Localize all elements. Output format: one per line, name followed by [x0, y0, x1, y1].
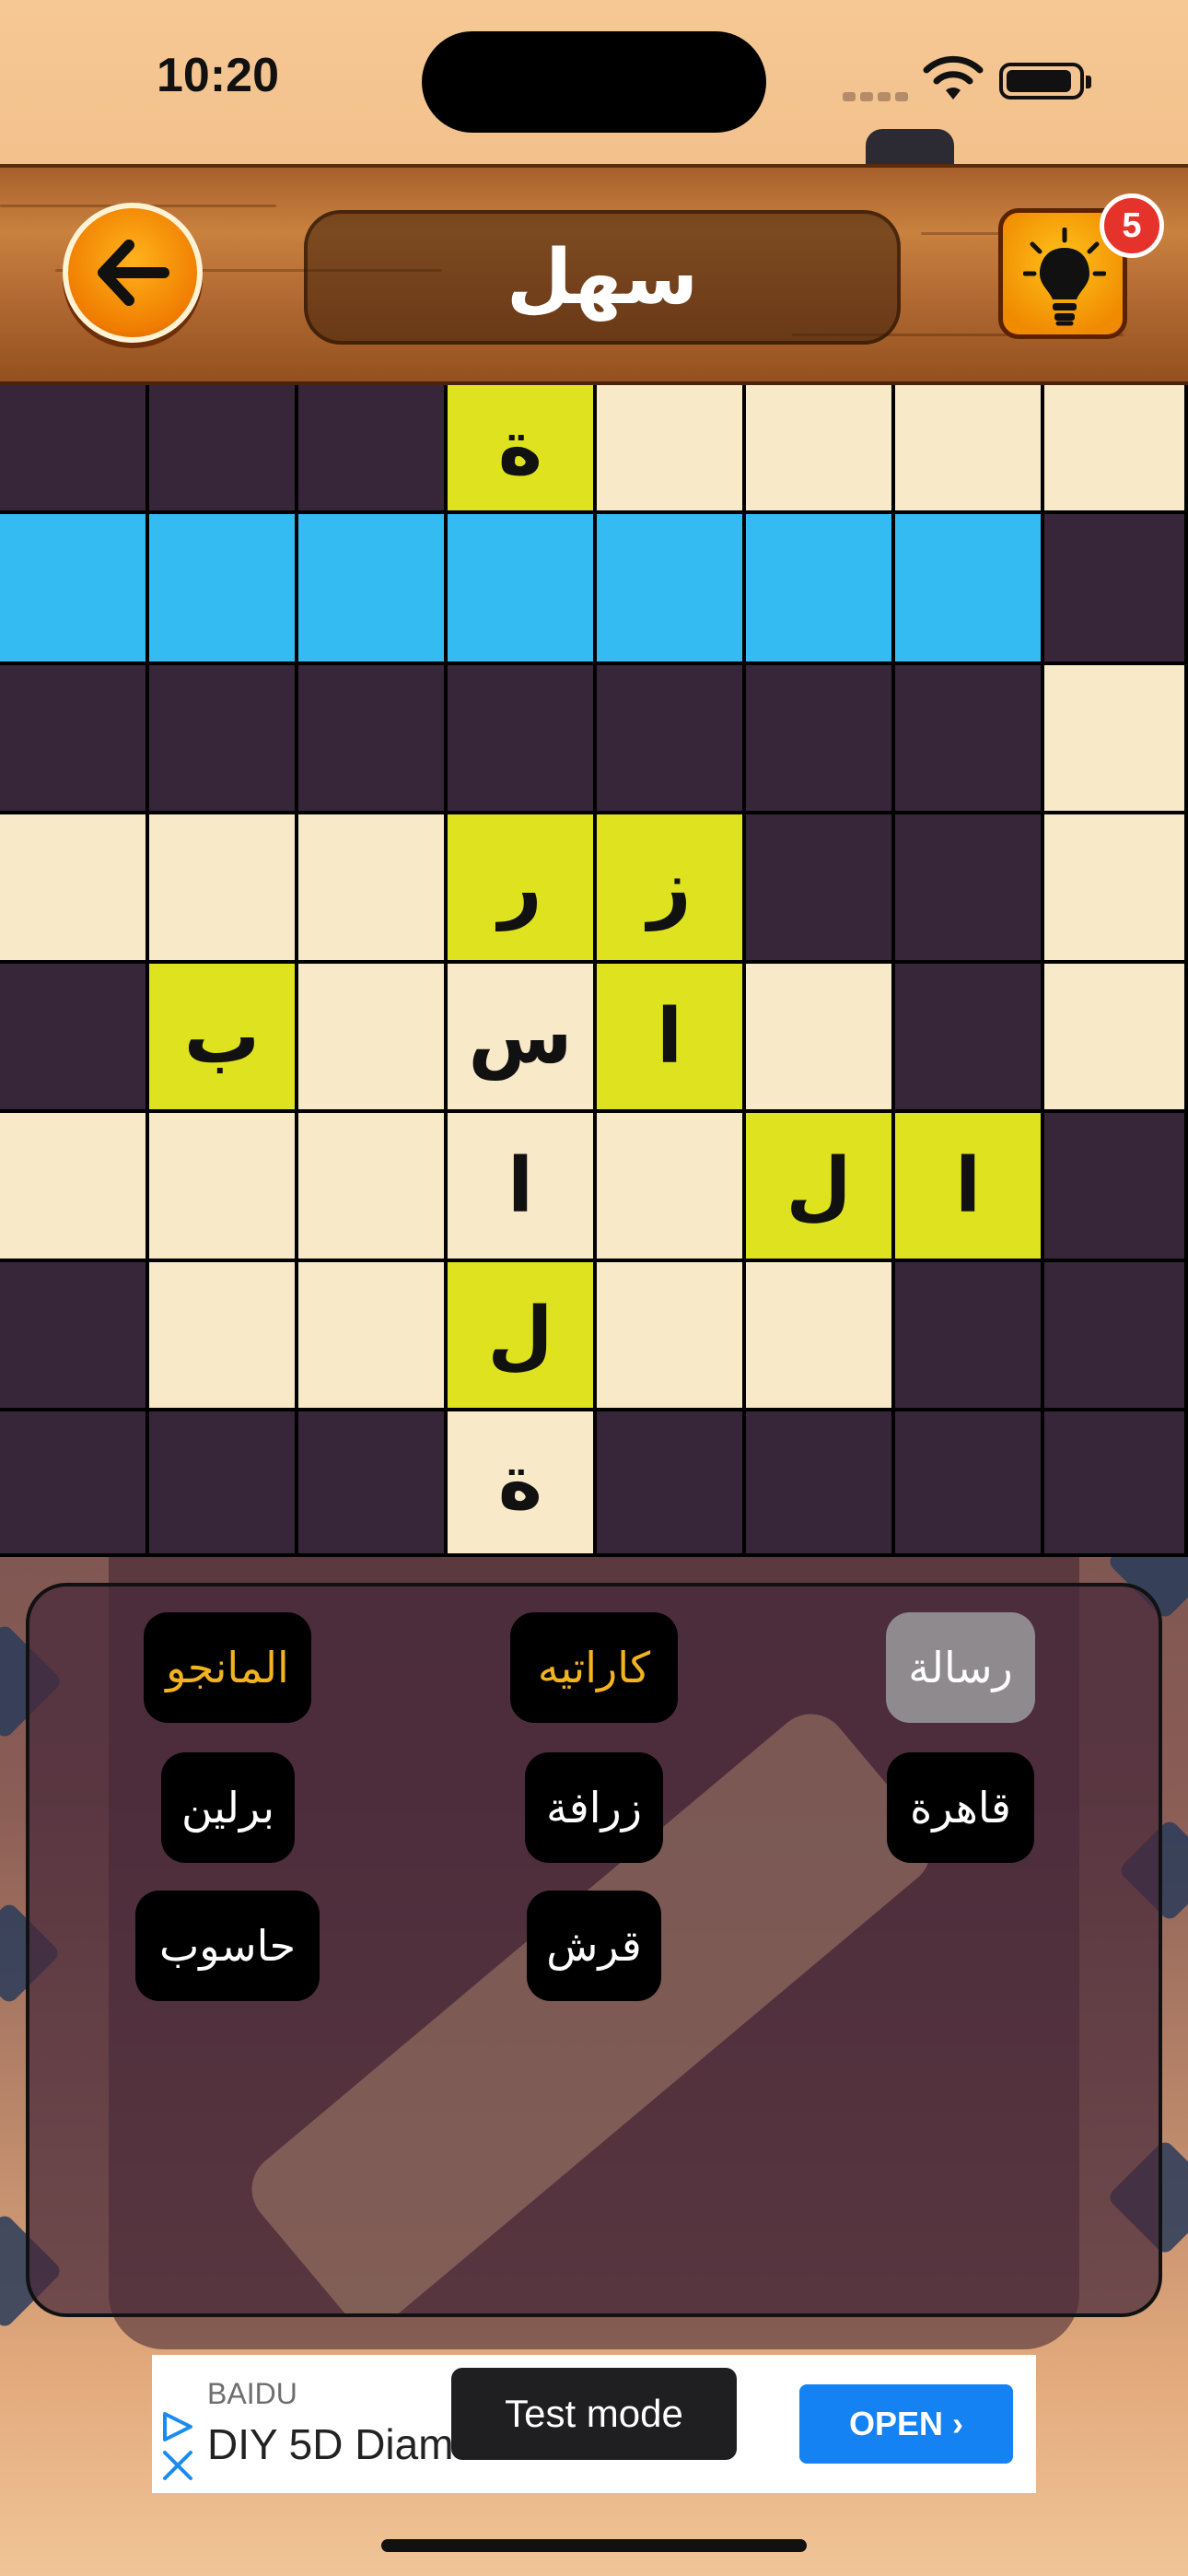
word-chip[interactable]: برلين: [161, 1752, 295, 1863]
ad-title: DIY 5D Diamond: [207, 2420, 483, 2468]
status-bar: 10:20: [0, 0, 1188, 166]
grid-cell[interactable]: [746, 1262, 891, 1408]
grid-cell[interactable]: [448, 514, 593, 662]
grid-cell: [149, 1411, 295, 1553]
grid-cell: [597, 665, 742, 811]
grid-cell: [0, 964, 146, 1109]
grid-cell[interactable]: [746, 385, 891, 510]
arrow-left-icon: [98, 240, 169, 306]
cellular-signal-icon: [843, 88, 916, 101]
ad-brand: BAIDU: [207, 2377, 297, 2410]
grid-cell[interactable]: [149, 814, 295, 960]
grid-cell: [746, 814, 891, 960]
grid-cell[interactable]: [895, 514, 1041, 662]
grid-cell[interactable]: ا: [597, 964, 742, 1109]
grid-cell: [298, 665, 444, 811]
grid-cell: [746, 1411, 891, 1553]
grid-cell[interactable]: [298, 964, 444, 1109]
grid-cell[interactable]: [597, 385, 742, 510]
game-header: سهل 5: [0, 164, 1188, 385]
grid-cell[interactable]: ا: [448, 1113, 593, 1259]
grid-cell[interactable]: [298, 1113, 444, 1259]
grid-cell: [1044, 1262, 1184, 1408]
level-title-box: سهل: [304, 210, 901, 345]
grid-cell: [298, 385, 444, 510]
word-chip[interactable]: قاهرة: [887, 1752, 1034, 1863]
battery-icon: [999, 63, 1091, 100]
word-chip[interactable]: المانجو: [144, 1612, 311, 1723]
wifi-icon: [923, 55, 984, 100]
grid-cell[interactable]: ة: [448, 1411, 593, 1553]
grid-cell: [895, 1262, 1041, 1408]
dynamic-island: [422, 31, 766, 133]
grid-cell: [448, 665, 593, 811]
grid-cell[interactable]: [149, 514, 295, 662]
grid-cell[interactable]: [1044, 964, 1184, 1109]
grid-cell: [149, 385, 295, 510]
grid-cell[interactable]: [746, 514, 891, 662]
ad-choices-icon[interactable]: [157, 2410, 198, 2484]
hint-count-badge: 5: [1100, 193, 1164, 258]
grid-cell: [597, 1411, 742, 1553]
grid-cell[interactable]: [1044, 814, 1184, 960]
grid-cell[interactable]: [1044, 665, 1184, 811]
grid-cell[interactable]: ب: [149, 964, 295, 1109]
grid-cell[interactable]: [0, 1113, 146, 1259]
word-chip[interactable]: قرش: [527, 1891, 661, 2001]
grid-cell[interactable]: [597, 514, 742, 662]
grid-cell[interactable]: [597, 1113, 742, 1259]
word-chip[interactable]: كاراتيه: [510, 1612, 678, 1723]
home-indicator[interactable]: [381, 2539, 807, 2552]
grid-cell: [895, 665, 1041, 811]
grid-cell: [1044, 1113, 1184, 1259]
grid-cell: [0, 385, 146, 510]
grid-cell: [1044, 1411, 1184, 1553]
grid-cell[interactable]: [895, 385, 1041, 510]
level-title: سهل: [507, 233, 698, 322]
hanger-decoration: [866, 129, 954, 166]
grid-cell: [746, 665, 891, 811]
grid-cell[interactable]: [149, 1262, 295, 1408]
ad-open-button[interactable]: OPEN ›: [799, 2384, 1013, 2464]
grid-cell[interactable]: ز: [597, 814, 742, 960]
back-button[interactable]: [63, 203, 203, 343]
grid-cell: [895, 964, 1041, 1109]
grid-cell: [298, 1411, 444, 1553]
grid-cell[interactable]: [149, 1113, 295, 1259]
lightbulb-icon: [1023, 228, 1106, 326]
grid-cell: [895, 814, 1041, 960]
status-time: 10:20: [157, 49, 279, 102]
test-mode-label: Test mode: [451, 2368, 737, 2460]
word-chip[interactable]: رسالة: [886, 1612, 1035, 1723]
grid-cell[interactable]: [597, 1262, 742, 1408]
grid-cell[interactable]: ل: [746, 1113, 891, 1259]
grid-cell[interactable]: س: [448, 964, 593, 1109]
grid-cell: [149, 665, 295, 811]
grid-cell[interactable]: ر: [448, 814, 593, 960]
grid-cell[interactable]: [746, 964, 891, 1109]
word-chip[interactable]: حاسوب: [135, 1891, 320, 2001]
grid-cell[interactable]: [0, 814, 146, 960]
grid-cell[interactable]: [298, 514, 444, 662]
crossword-grid: ةرزبساالالة: [0, 385, 1188, 1557]
grid-cell: [0, 1262, 146, 1408]
word-chip[interactable]: زرافة: [525, 1752, 663, 1863]
grid-cell: [0, 1411, 146, 1553]
grid-cell[interactable]: ا: [895, 1113, 1041, 1259]
grid-cell[interactable]: [298, 1262, 444, 1408]
grid-cell: [1044, 514, 1184, 662]
grid-cell[interactable]: ل: [448, 1262, 593, 1408]
grid-cell[interactable]: ة: [448, 385, 593, 510]
grid-cell[interactable]: [1044, 385, 1184, 510]
grid-cell: [0, 665, 146, 811]
grid-cell: [895, 1411, 1041, 1553]
grid-cell[interactable]: [0, 514, 146, 662]
grid-cell[interactable]: [298, 814, 444, 960]
